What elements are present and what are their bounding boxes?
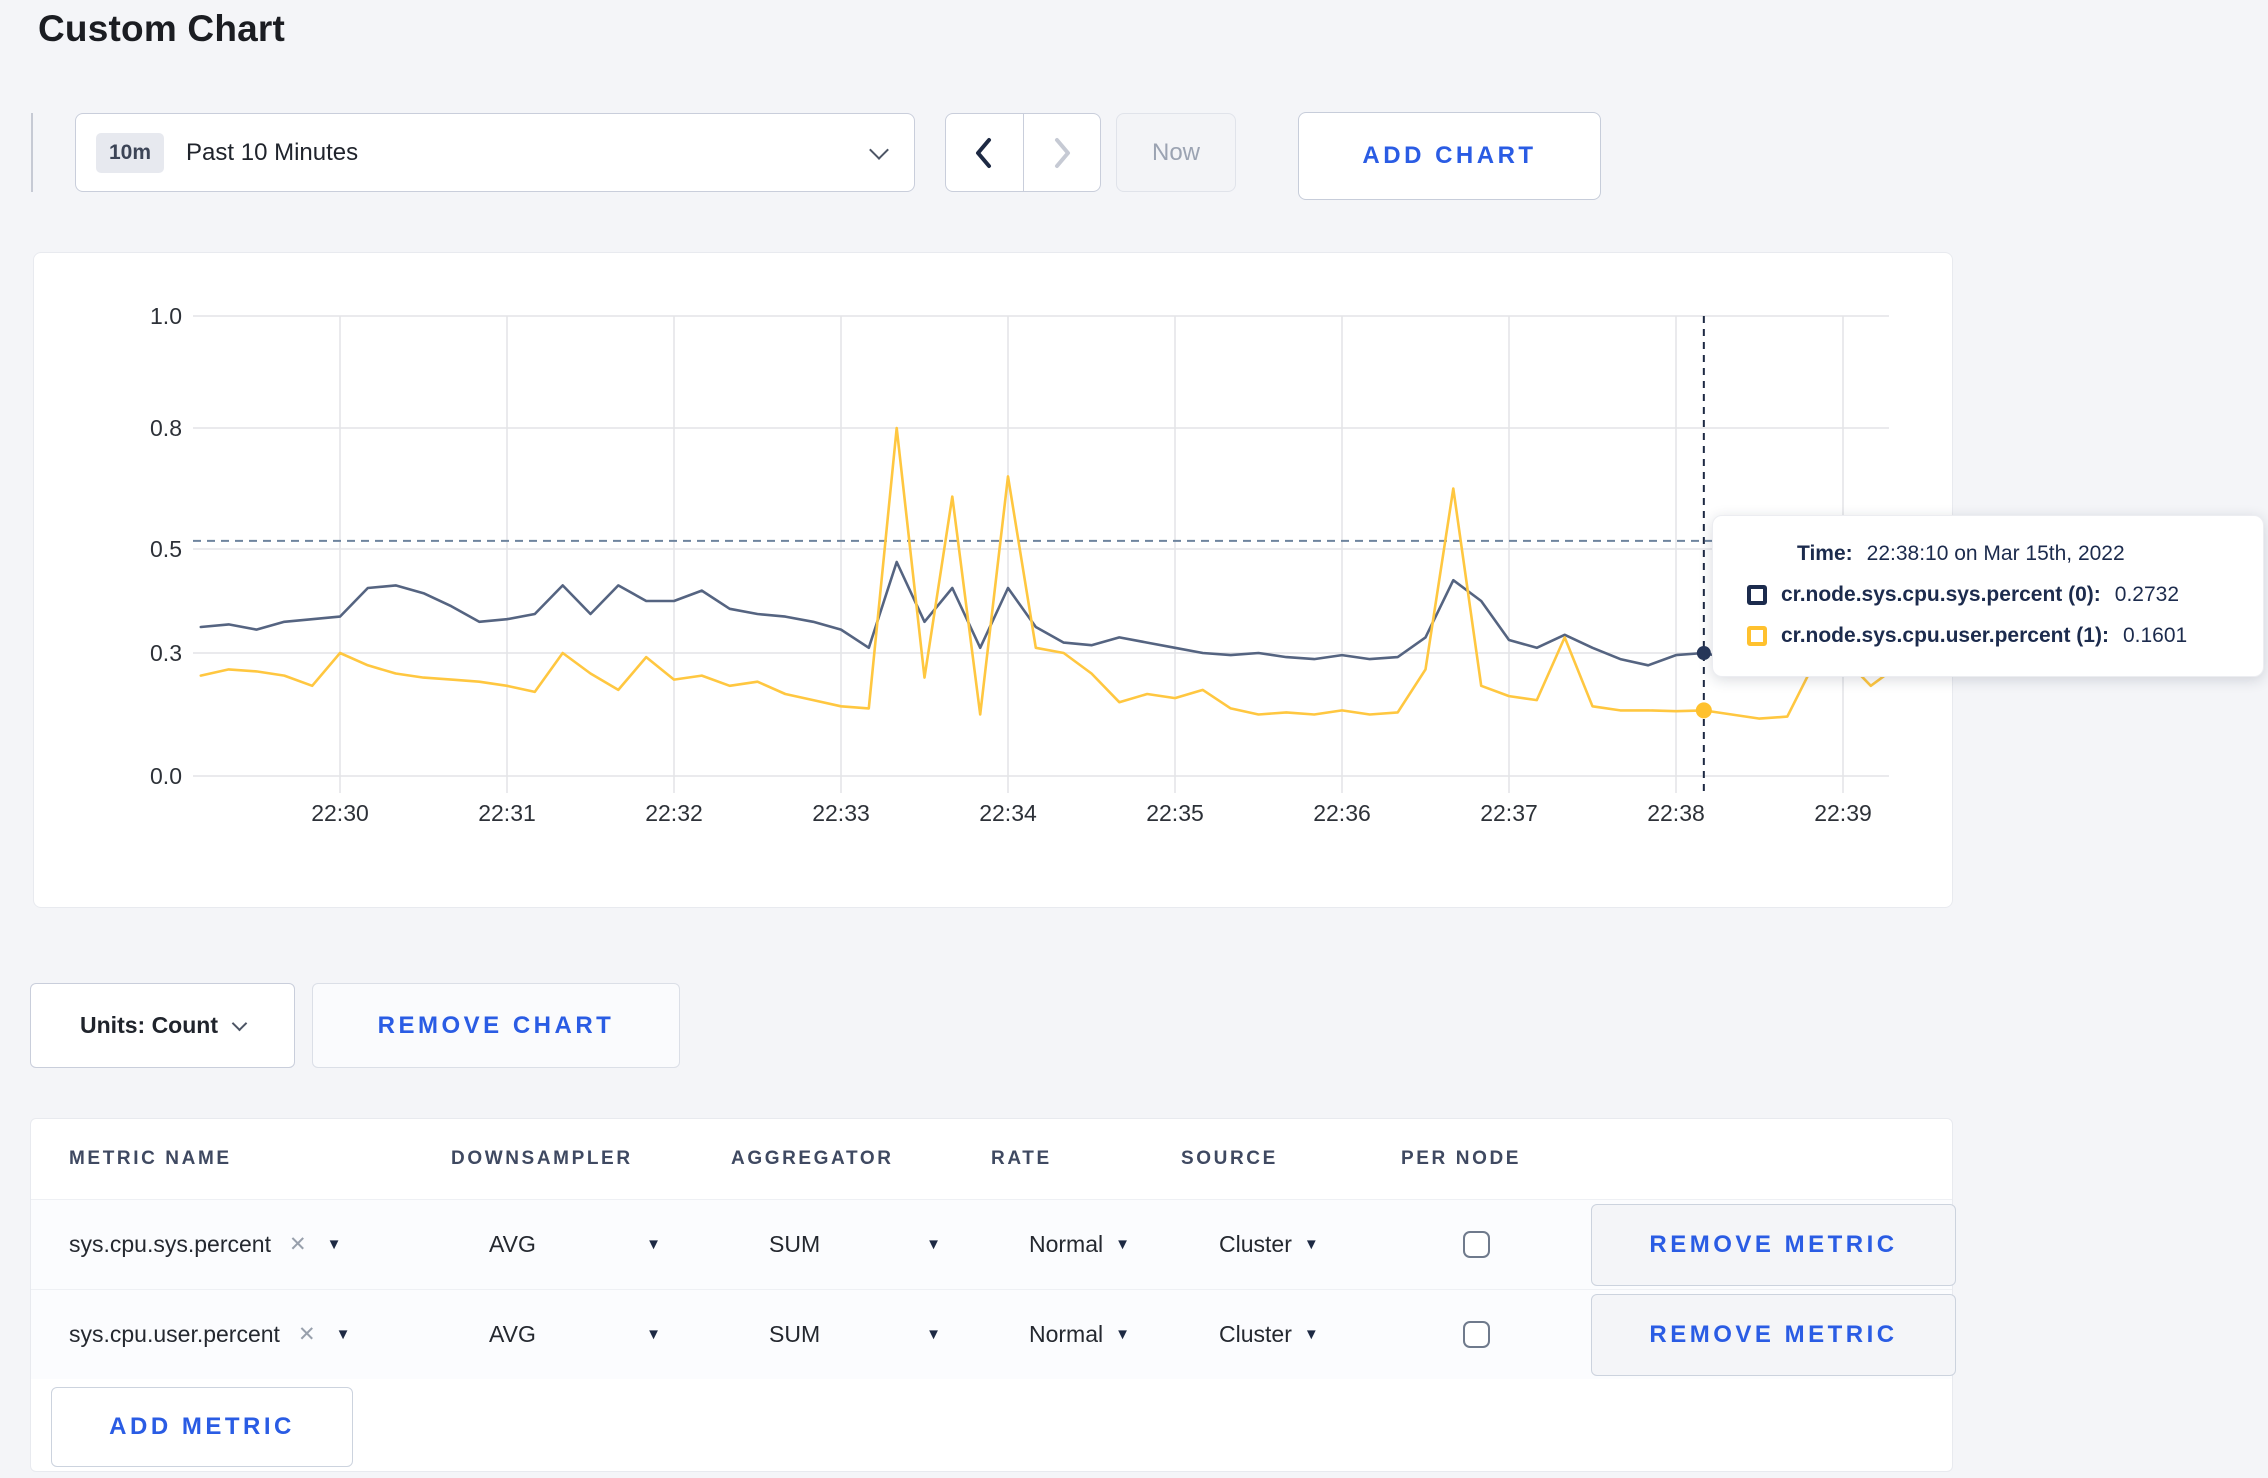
metric-name-select[interactable]: sys.cpu.sys.percent ✕ ▼ bbox=[31, 1231, 451, 1258]
downsampler-value: AVG bbox=[489, 1231, 536, 1257]
time-range-label: Past 10 Minutes bbox=[186, 138, 359, 166]
header-source: SOURCE bbox=[1181, 1148, 1278, 1169]
dropdown-triangle-icon: ▼ bbox=[1303, 1236, 1319, 1253]
toolbar-divider bbox=[31, 113, 33, 192]
dropdown-triangle-icon: ▼ bbox=[926, 1326, 941, 1343]
dropdown-triangle-icon: ▼ bbox=[926, 1236, 941, 1253]
chart-tooltip: Time: 22:38:10 on Mar 15th, 2022 cr.node… bbox=[1712, 515, 2264, 677]
rate-select[interactable]: Normal ▼ bbox=[991, 1321, 1130, 1348]
svg-text:0.8: 0.8 bbox=[150, 415, 182, 441]
aggregator-value: SUM bbox=[769, 1231, 821, 1257]
rate-value: Normal bbox=[1029, 1321, 1104, 1347]
svg-text:22:38: 22:38 bbox=[1647, 800, 1705, 826]
chevron-left-icon bbox=[976, 137, 992, 168]
downsampler-select[interactable]: AVG ▼ bbox=[451, 1231, 661, 1258]
svg-text:22:37: 22:37 bbox=[1480, 800, 1538, 826]
tooltip-series-user-name: cr.node.sys.cpu.user.percent (1): bbox=[1781, 624, 2109, 647]
chevron-down-icon bbox=[869, 139, 889, 160]
dropdown-triangle-icon: ▼ bbox=[646, 1326, 661, 1343]
now-button[interactable]: Now bbox=[1116, 113, 1236, 192]
clear-metric-icon[interactable]: ✕ bbox=[289, 1232, 307, 1257]
tooltip-series-sys-value: 0.2732 bbox=[2114, 583, 2180, 606]
rate-value: Normal bbox=[1029, 1231, 1104, 1257]
table-row: sys.cpu.user.percent ✕ ▼ AVG ▼ SUM ▼ Nor… bbox=[31, 1289, 1956, 1379]
metrics-table-header: METRIC NAME DOWNSAMPLER AGGREGATOR RATE … bbox=[31, 1119, 1952, 1199]
chevron-down-icon bbox=[231, 1015, 248, 1032]
prev-time-button[interactable] bbox=[946, 114, 1023, 191]
dropdown-triangle-icon: ▼ bbox=[1303, 1326, 1319, 1343]
table-row: sys.cpu.sys.percent ✕ ▼ AVG ▼ SUM ▼ Norm… bbox=[31, 1199, 1956, 1289]
dropdown-triangle-icon: ▼ bbox=[1115, 1326, 1130, 1343]
tooltip-series-user-value: 0.1601 bbox=[2122, 624, 2188, 647]
add-chart-button[interactable]: ADD CHART bbox=[1298, 112, 1601, 200]
svg-text:22:32: 22:32 bbox=[645, 800, 703, 826]
clear-metric-icon[interactable]: ✕ bbox=[298, 1322, 316, 1347]
rate-select[interactable]: Normal ▼ bbox=[991, 1231, 1130, 1258]
svg-text:0.5: 0.5 bbox=[150, 536, 182, 562]
source-select[interactable]: Cluster ▼ bbox=[1181, 1321, 1319, 1348]
header-metric-name: METRIC NAME bbox=[69, 1148, 232, 1169]
header-aggregator: AGGREGATOR bbox=[731, 1148, 894, 1169]
chart-svg[interactable]: 0.0 0.3 0.5 0.8 1.0 22:30 22:31 22:32 22:33 22:34… bbox=[34, 253, 1954, 909]
svg-text:22:33: 22:33 bbox=[812, 800, 870, 826]
header-per-node: PER NODE bbox=[1401, 1148, 1522, 1169]
svg-text:22:35: 22:35 bbox=[1146, 800, 1204, 826]
time-range-badge: 10m bbox=[96, 132, 165, 173]
aggregator-select[interactable]: SUM ▼ bbox=[731, 1231, 941, 1258]
svg-text:22:34: 22:34 bbox=[979, 800, 1037, 826]
per-node-checkbox[interactable] bbox=[1463, 1321, 1490, 1348]
add-metric-button[interactable]: ADD METRIC bbox=[51, 1387, 353, 1467]
series-swatch-user-icon bbox=[1747, 626, 1767, 646]
tooltip-time-value: 22:38:10 on Mar 15th, 2022 bbox=[1866, 542, 2125, 565]
time-step-buttons bbox=[945, 113, 1101, 192]
metric-name-value: sys.cpu.user.percent bbox=[69, 1321, 280, 1347]
remove-metric-button[interactable]: REMOVE METRIC bbox=[1591, 1203, 1956, 1286]
aggregator-value: SUM bbox=[769, 1321, 821, 1347]
svg-text:1.0: 1.0 bbox=[150, 303, 182, 329]
dropdown-triangle-icon[interactable]: ▼ bbox=[327, 1236, 342, 1253]
aggregator-select[interactable]: SUM ▼ bbox=[731, 1321, 941, 1348]
svg-text:22:39: 22:39 bbox=[1814, 800, 1872, 826]
downsampler-value: AVG bbox=[489, 1321, 536, 1347]
header-rate: RATE bbox=[991, 1148, 1052, 1169]
source-value: Cluster bbox=[1219, 1321, 1292, 1347]
downsampler-select[interactable]: AVG ▼ bbox=[451, 1321, 661, 1348]
page-title: Custom Chart bbox=[38, 8, 286, 49]
remove-chart-button[interactable]: REMOVE CHART bbox=[312, 983, 680, 1068]
metrics-table: METRIC NAME DOWNSAMPLER AGGREGATOR RATE … bbox=[30, 1118, 1956, 1472]
dropdown-triangle-icon: ▼ bbox=[1115, 1236, 1130, 1253]
tooltip-series-sys-name: cr.node.sys.cpu.sys.percent (0): bbox=[1781, 583, 2101, 606]
svg-text:0.3: 0.3 bbox=[150, 640, 182, 666]
header-downsampler: DOWNSAMPLER bbox=[451, 1148, 633, 1169]
units-dropdown[interactable]: Units: Count bbox=[30, 983, 295, 1068]
series-swatch-sys-icon bbox=[1747, 585, 1767, 605]
chevron-right-icon bbox=[1054, 137, 1070, 168]
time-range-dropdown[interactable]: 10m Past 10 Minutes bbox=[75, 113, 915, 192]
chart-panel: 0.0 0.3 0.5 0.8 1.0 22:30 22:31 22:32 22:33 22:34… bbox=[33, 252, 1953, 908]
next-time-button[interactable] bbox=[1022, 114, 1101, 191]
source-value: Cluster bbox=[1219, 1231, 1292, 1257]
metric-name-select[interactable]: sys.cpu.user.percent ✕ ▼ bbox=[31, 1321, 451, 1348]
svg-text:22:36: 22:36 bbox=[1313, 800, 1371, 826]
source-select[interactable]: Cluster ▼ bbox=[1181, 1231, 1319, 1258]
dropdown-triangle-icon: ▼ bbox=[646, 1236, 661, 1253]
svg-text:0.0: 0.0 bbox=[150, 763, 182, 789]
metric-name-value: sys.cpu.sys.percent bbox=[69, 1231, 271, 1257]
per-node-checkbox[interactable] bbox=[1463, 1231, 1490, 1258]
tooltip-time-label: Time: bbox=[1797, 542, 1853, 565]
dropdown-triangle-icon[interactable]: ▼ bbox=[336, 1326, 351, 1343]
units-label: Units: Count bbox=[80, 1012, 218, 1038]
remove-metric-button[interactable]: REMOVE METRIC bbox=[1591, 1293, 1956, 1376]
svg-text:22:30: 22:30 bbox=[311, 800, 369, 826]
svg-text:22:31: 22:31 bbox=[478, 800, 536, 826]
